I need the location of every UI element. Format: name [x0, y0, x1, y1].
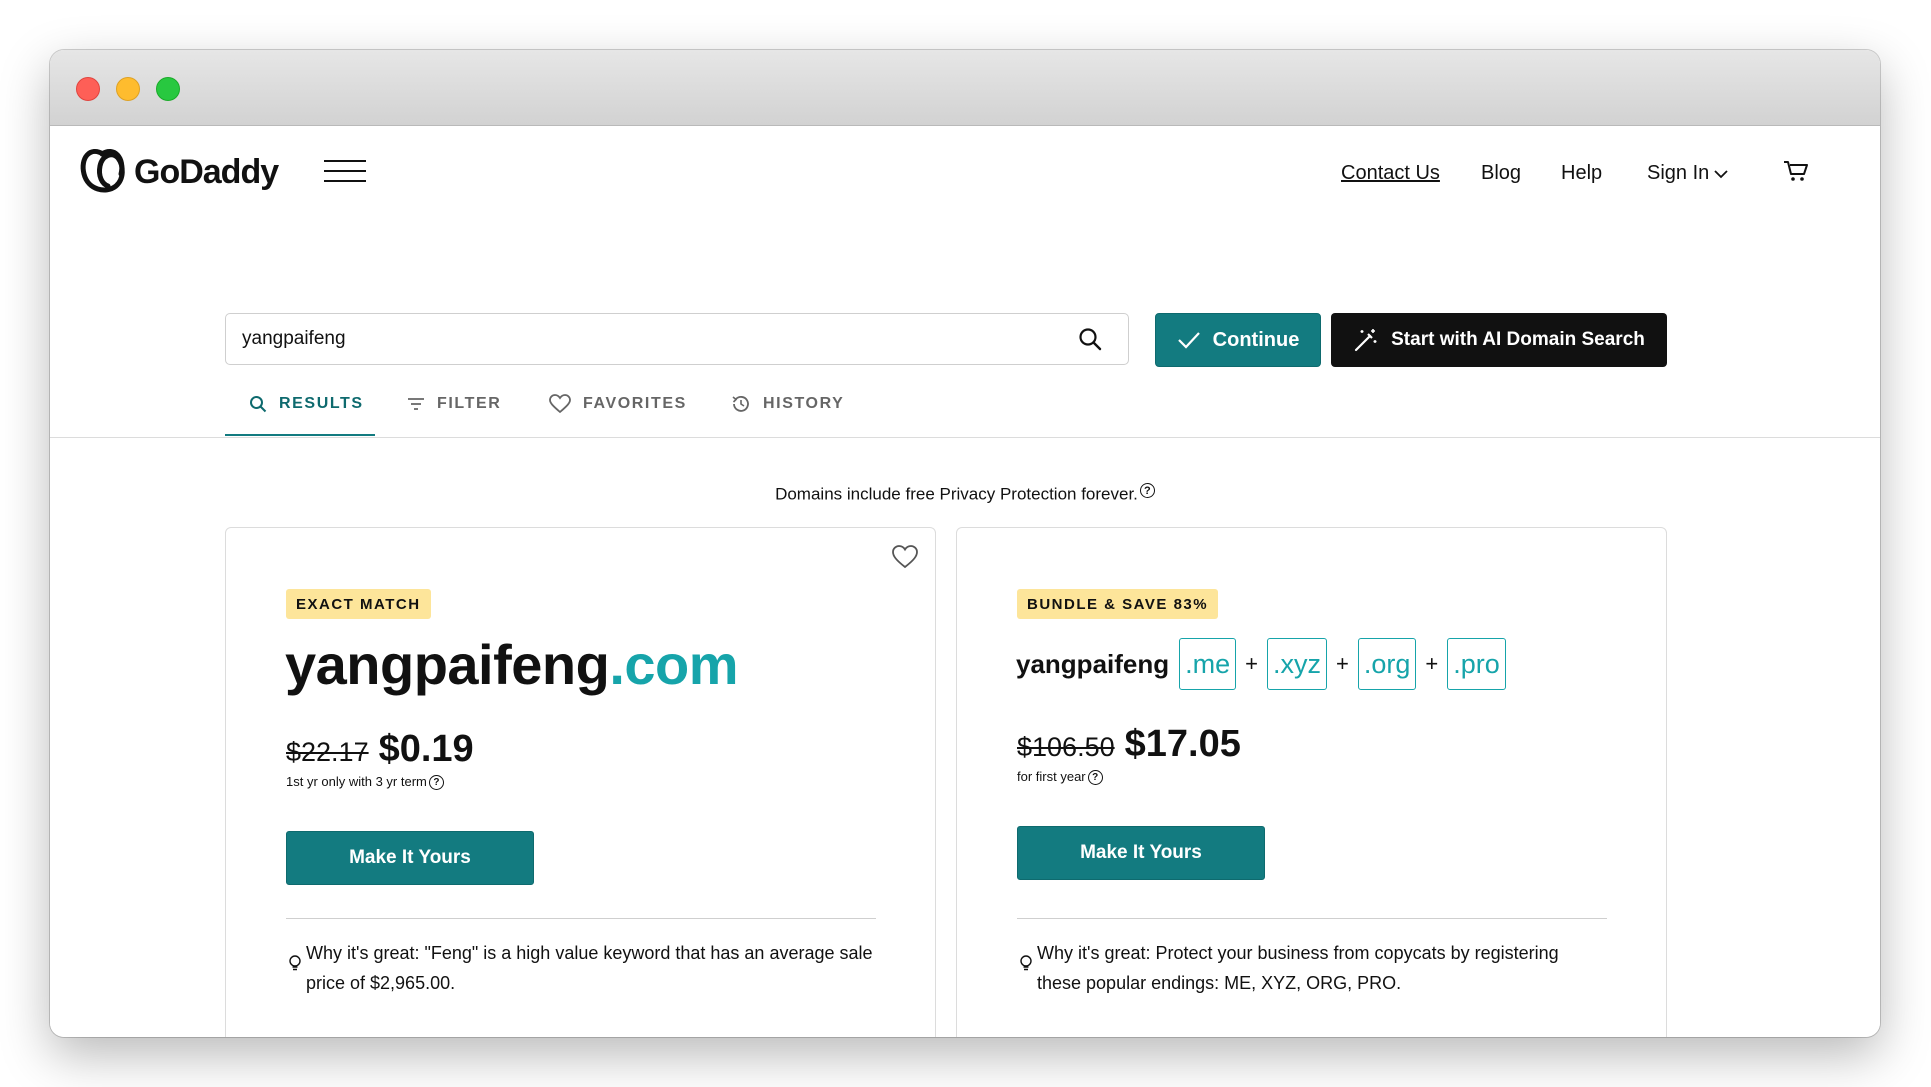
bundle-card: BUNDLE & SAVE 83% yangpaifeng .me + .xyz… — [956, 527, 1667, 1037]
price-term-note: 1st yr only with 3 yr term? — [286, 774, 444, 790]
window-titlebar — [50, 50, 1880, 126]
bundle-badge: BUNDLE & SAVE 83% — [1017, 589, 1219, 619]
tab-filter-label: FILTER — [437, 395, 502, 412]
bundle-price: $106.50 $17.05 — [1017, 723, 1241, 766]
exact-match-card: EXACT MATCH yangpaifeng.com $22.17 $0.19… — [225, 527, 936, 1037]
heart-icon — [549, 394, 571, 414]
card-divider — [1017, 918, 1607, 919]
sale-price: $17.05 — [1124, 723, 1241, 765]
search-icon — [250, 396, 267, 413]
plus-sign: + — [1245, 651, 1259, 676]
make-it-yours-button[interactable]: Make It Yours — [286, 831, 534, 885]
minimize-window-button[interactable] — [116, 77, 140, 101]
lightbulb-icon — [289, 955, 301, 971]
nav-contact-us[interactable]: Contact Us — [1341, 162, 1440, 185]
plus-sign: + — [1336, 651, 1349, 676]
magic-wand-icon — [1355, 329, 1377, 352]
page-content: GoDaddy Contact Us Blog Help Sign In yan… — [50, 127, 1880, 1037]
godaddy-logo[interactable]: GoDaddy — [78, 148, 279, 196]
tab-filter[interactable]: FILTER — [407, 379, 501, 429]
info-icon[interactable]: ? — [1139, 483, 1155, 498]
filter-icon — [408, 398, 424, 410]
domain-search-input[interactable] — [242, 314, 1042, 363]
maximize-window-button[interactable] — [156, 77, 180, 101]
original-price: $106.50 — [1017, 732, 1115, 762]
exact-match-price: $22.17 $0.19 — [286, 728, 474, 771]
domain-name: yangpaifeng — [285, 633, 610, 696]
cart-icon[interactable] — [1783, 159, 1809, 183]
info-icon[interactable]: ? — [1087, 770, 1103, 785]
domain-tld: .com — [609, 633, 739, 696]
logo-wordmark: GoDaddy — [134, 152, 279, 191]
bundle-domain-name: yangpaifeng — [1016, 648, 1170, 679]
tab-history[interactable]: HISTORY — [731, 379, 844, 429]
card-divider — [286, 918, 876, 919]
info-icon[interactable]: ? — [428, 775, 444, 790]
menu-icon[interactable] — [324, 160, 366, 184]
lightbulb-icon — [1020, 955, 1032, 971]
tab-results-label: RESULTS — [279, 395, 364, 412]
godaddy-logo-icon — [80, 149, 125, 193]
bundle-domains: yangpaifeng .me + .xyz + .org + .pro — [1016, 638, 1506, 690]
active-tab-indicator — [225, 434, 375, 436]
why-its-great: Why it's great: "Feng" is a high value k… — [286, 938, 876, 998]
tld-chip: .me — [1179, 638, 1237, 690]
tab-favorites[interactable]: FAVORITES — [549, 379, 687, 429]
price-note-text: 1st yr only with 3 yr term — [286, 774, 427, 789]
ai-domain-search-button[interactable]: Start with AI Domain Search — [1331, 313, 1667, 367]
close-window-button[interactable] — [76, 77, 100, 101]
tab-history-label: HISTORY — [763, 395, 845, 412]
checkmark-icon — [1177, 332, 1200, 349]
privacy-note-text: Domains include free Privacy Protection … — [775, 484, 1138, 504]
history-icon — [732, 396, 749, 412]
why-text: Why it's great: "Feng" is a high value k… — [306, 943, 873, 993]
make-it-yours-button[interactable]: Make It Yours — [1017, 826, 1265, 880]
chevron-down-icon — [1714, 169, 1728, 178]
browser-window: GoDaddy Contact Us Blog Help Sign In yan… — [50, 50, 1880, 1037]
price-term-note: for first year? — [1017, 769, 1103, 785]
why-its-great: Why it's great: Protect your business fr… — [1017, 938, 1607, 998]
tld-chip: .xyz — [1267, 638, 1328, 690]
sign-in-label: Sign In — [1647, 162, 1710, 184]
tld-chip: .org — [1357, 638, 1417, 690]
why-text: Why it's great: Protect your business fr… — [1037, 943, 1559, 993]
price-note-text: for first year — [1017, 769, 1086, 784]
favorite-heart-icon[interactable] — [891, 544, 919, 570]
nav-sign-in[interactable]: Sign In — [1647, 162, 1728, 185]
tab-favorites-label: FAVORITES — [583, 395, 687, 412]
exact-match-badge: EXACT MATCH — [286, 589, 431, 619]
plus-sign: + — [1425, 651, 1439, 676]
continue-label: Continue — [1212, 328, 1300, 351]
privacy-note: Domains include free Privacy Protection … — [50, 483, 1880, 505]
tab-results[interactable]: RESULTS — [249, 379, 364, 429]
domain-search-box — [225, 313, 1129, 365]
nav-blog[interactable]: Blog — [1481, 162, 1521, 185]
sale-price: $0.19 — [378, 728, 474, 770]
original-price: $22.17 — [286, 737, 369, 767]
search-icon[interactable] — [1078, 327, 1102, 351]
continue-button[interactable]: Continue — [1155, 313, 1321, 367]
exact-match-domain: yangpaifeng.com — [285, 632, 739, 697]
tabs-divider — [50, 437, 1880, 438]
ai-domain-search-label: Start with AI Domain Search — [1391, 329, 1645, 350]
nav-help[interactable]: Help — [1561, 162, 1602, 185]
tld-chip: .pro — [1447, 638, 1506, 690]
